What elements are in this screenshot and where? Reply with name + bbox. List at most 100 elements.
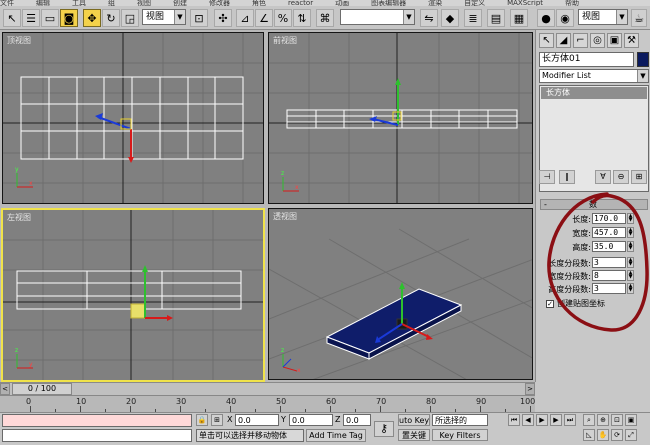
display-tab-icon[interactable]: ▣ <box>607 33 622 48</box>
curve-editor-icon[interactable]: ▤ <box>487 9 505 27</box>
go-to-end-icon[interactable]: ⏭ <box>564 414 576 426</box>
menu-create[interactable]: 创建 <box>173 0 187 6</box>
viewport-label[interactable]: 左视图 <box>7 212 31 223</box>
menu-animation[interactable]: 动画 <box>335 0 349 6</box>
auto-key-button[interactable]: uto Key <box>398 414 430 426</box>
viewport-front[interactable]: 前视图 x z <box>268 32 533 204</box>
menu-file[interactable]: 文件 <box>0 0 14 6</box>
window-crossing-icon[interactable]: ◙ <box>60 9 78 27</box>
zoom-extents-all-icon[interactable]: ▣ <box>625 414 637 426</box>
maxscript-mini-listener[interactable] <box>2 429 192 442</box>
param-length-input[interactable]: 170.0 <box>592 213 626 224</box>
hierarchy-tab-icon[interactable]: ⌐ <box>573 33 588 48</box>
object-color-swatch[interactable] <box>637 52 649 67</box>
layer-manager-icon[interactable]: ≣ <box>464 9 482 27</box>
time-slider-thumb[interactable]: 0 / 100 <box>12 383 72 395</box>
make-unique-icon[interactable]: ∀ <box>595 170 611 184</box>
spinner-icon[interactable]: ▲ ▼ <box>627 270 634 281</box>
align-icon[interactable]: ◆ <box>441 9 459 27</box>
spinner-icon[interactable]: ▲ ▼ <box>627 241 634 252</box>
named-selection-icon[interactable]: ⌘ <box>316 9 334 27</box>
select-icon[interactable]: ↖ <box>3 9 21 27</box>
next-frame-icon[interactable]: > <box>525 383 535 395</box>
configure-sets-icon[interactable]: ⊞ <box>631 170 647 184</box>
rotate-icon[interactable]: ↻ <box>102 9 120 27</box>
menu-reactor[interactable]: reactor <box>288 0 313 6</box>
plane-handle[interactable] <box>130 303 146 319</box>
coord-y-input[interactable]: 0.0 <box>289 414 333 426</box>
spinner-icon[interactable]: ▲ ▼ <box>627 283 634 294</box>
render-scene-icon[interactable]: ◉ <box>556 9 574 27</box>
remove-modifier-icon[interactable]: ⊖ <box>613 170 629 184</box>
menu-tools[interactable]: 工具 <box>72 0 86 6</box>
move-gizmo[interactable] <box>130 265 173 321</box>
show-end-result-icon[interactable]: ‖ <box>559 170 575 184</box>
viewport-left[interactable]: 左视图 y z <box>1 208 265 382</box>
param-length-segs-input[interactable]: 3 <box>592 257 626 268</box>
zoom-icon[interactable]: ⌕ <box>583 414 595 426</box>
param-width-input[interactable]: 457.0 <box>592 227 626 238</box>
menu-maxscript[interactable]: MAXScript <box>507 0 543 6</box>
param-height-segs-input[interactable]: 3 <box>592 283 626 294</box>
scale-icon[interactable]: ◲ <box>121 9 139 27</box>
move-gizmo[interactable] <box>95 113 134 163</box>
move-gizmo[interactable] <box>369 78 402 126</box>
utilities-tab-icon[interactable]: ⚒ <box>624 33 639 48</box>
pin-stack-icon[interactable]: ⊣ <box>539 170 555 184</box>
menu-edit[interactable]: 编辑 <box>36 0 50 6</box>
maxscript-listener[interactable] <box>2 414 192 427</box>
motion-tab-icon[interactable]: ◎ <box>590 33 605 48</box>
chevron-down-icon[interactable]: ▼ <box>637 70 648 82</box>
viewport-perspective[interactable]: 透视图 x z <box>268 208 533 380</box>
select-by-name-icon[interactable]: ☰ <box>22 9 40 27</box>
view-select[interactable]: 视图 ▼ <box>578 9 628 25</box>
chevron-down-icon[interactable]: ▼ <box>403 10 414 24</box>
create-tab-icon[interactable]: ↖ <box>539 33 554 48</box>
pivot-center-icon[interactable]: ⊡ <box>190 9 208 27</box>
parameters-rollout-header[interactable]: - 数 <box>540 199 648 210</box>
key-icon[interactable]: ⚷ <box>374 421 394 437</box>
menu-character[interactable]: 角色 <box>252 0 266 6</box>
lock-selection-icon[interactable]: 🔒 <box>196 414 208 426</box>
orbit-icon[interactable]: ⟳ <box>611 429 623 441</box>
modify-tab-icon[interactable]: ◢ <box>556 33 571 48</box>
spinner-icon[interactable]: ▲ ▼ <box>627 257 634 268</box>
material-editor-icon[interactable]: ● <box>537 9 555 27</box>
time-slider[interactable]: < 0 / 100 > <box>0 382 535 395</box>
menu-graph-editors[interactable]: 图表编辑器 <box>371 0 406 6</box>
viewport-top[interactable]: 顶视图 x y <box>2 32 264 204</box>
menu-views[interactable]: 视图 <box>137 0 151 6</box>
chevron-down-icon[interactable]: ▼ <box>616 10 627 24</box>
menu-customize[interactable]: 自定义 <box>464 0 485 6</box>
play-icon[interactable]: ▶ <box>536 414 548 426</box>
prev-frame-icon[interactable]: < <box>0 383 10 395</box>
stack-item-box[interactable]: 长方体 <box>541 87 647 99</box>
snap-3d-icon[interactable]: ⊿ <box>236 9 254 27</box>
viewport-label[interactable]: 透视图 <box>273 211 297 222</box>
object-name-input[interactable]: 长方体01 <box>539 52 634 67</box>
field-of-view-icon[interactable]: ◺ <box>583 429 595 441</box>
spinner-icon[interactable]: ▲ ▼ <box>627 213 634 224</box>
selection-filter-select[interactable]: 所选择的 <box>432 414 488 426</box>
viewport-label[interactable]: 顶视图 <box>7 35 31 46</box>
maximize-viewport-icon[interactable]: ⤢ <box>625 429 637 441</box>
modifier-list-select[interactable]: Modifier List ▼ <box>539 69 649 83</box>
previous-frame-icon[interactable]: ◀ <box>522 414 534 426</box>
select-manipulate-icon[interactable]: ✣ <box>214 9 232 27</box>
mirror-icon[interactable]: ⇋ <box>420 9 438 27</box>
named-selection-select[interactable]: ▼ <box>340 9 415 25</box>
menu-group[interactable]: 组 <box>108 0 115 6</box>
angle-snap-icon[interactable]: ∠ <box>255 9 273 27</box>
track-bar[interactable]: 0 10 20 30 40 50 60 70 80 90 100 <box>0 395 535 412</box>
zoom-all-icon[interactable]: ⊕ <box>597 414 609 426</box>
zoom-extents-icon[interactable]: ⊡ <box>611 414 623 426</box>
rect-select-icon[interactable]: ▭ <box>41 9 59 27</box>
schematic-view-icon[interactable]: ▦ <box>510 9 528 27</box>
go-to-start-icon[interactable]: ⏮ <box>508 414 520 426</box>
reference-coord-select[interactable]: 视图 ▼ <box>142 9 186 25</box>
pan-icon[interactable]: ✋ <box>597 429 609 441</box>
percent-snap-icon[interactable]: % <box>274 9 292 27</box>
menu-modifiers[interactable]: 修改器 <box>209 0 230 6</box>
move-icon[interactable]: ✥ <box>83 9 101 27</box>
menu-help[interactable]: 帮助 <box>565 0 579 6</box>
